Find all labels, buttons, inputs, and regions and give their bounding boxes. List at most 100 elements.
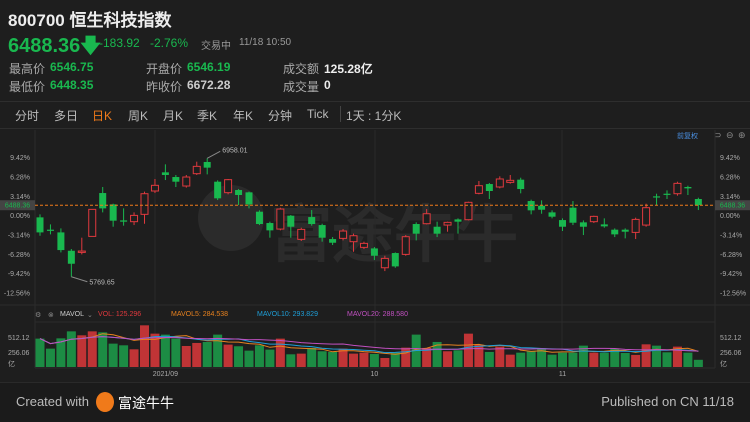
volume-bar [66,331,76,367]
candle-body [99,193,107,209]
candle-body [297,228,306,240]
candle-body [443,221,452,226]
candle-body [589,215,598,223]
high-label: 6958.01 [222,147,247,154]
volume-bar [484,351,494,367]
candle-body [412,224,420,234]
volume-bar [463,333,473,367]
candle-body [538,205,546,210]
candle-body [130,214,139,223]
close-icon[interactable]: ⊗ [48,311,54,319]
volume-bar [349,353,358,367]
high-pointer [206,150,221,159]
candle-body [495,178,504,188]
volume-bar [599,352,609,367]
volume-bar [171,338,181,367]
volume-bar [641,344,651,367]
volume-bar [223,344,233,367]
volume-bar [526,351,536,367]
volume-bar [35,338,45,367]
y-tick-right: 0.00% [720,213,740,220]
y-tick-left: 6.28% [10,175,30,182]
volume-bar [547,354,557,367]
candle-body [506,179,515,183]
candle-body [642,207,651,226]
candle-body [77,250,86,253]
candle-body [559,220,566,227]
candle-body [88,208,97,237]
volume-bar [307,347,317,367]
candle-body [276,208,285,230]
candle-body [214,181,222,199]
y-tick-left: 3.14% [10,194,30,201]
created-with-label: Created with [16,394,89,409]
volume-bar [45,348,55,367]
candle-body [454,219,462,222]
volume-bar [275,338,285,367]
volume-bar [119,345,129,367]
volume-bar [181,345,191,367]
volume-bar [254,345,264,367]
low-label: 5769.65 [89,280,114,287]
candle-body [172,177,180,182]
candle-body [485,184,493,191]
indicator-name[interactable]: MAVOL [60,311,84,318]
published-label: Published on CN 11/18 [601,394,734,409]
volume-bar [516,352,526,367]
candle-body [517,179,525,190]
volume-bar [296,353,306,367]
candle-body [474,185,483,194]
settings-icon[interactable]: ⚙ [35,311,41,319]
candle-body [287,215,295,227]
price-tag-text: 6488.36 [5,203,30,210]
candle-body [36,217,44,233]
volume-bar [568,352,578,367]
candle-body [318,225,326,238]
candle-body [631,218,640,233]
candle-body [579,222,587,227]
volume-bar [631,354,641,367]
volume-bar [620,352,630,367]
y-tick-left: -6.28% [8,252,30,259]
x-tick: 2021/09 [153,371,178,378]
mavol20-value: MAVOL20: 288.580 [347,311,408,318]
volume-bar [202,341,212,367]
volume-bar [77,335,87,367]
y-tick-right: 3.14% [720,194,740,201]
candle-body [266,223,274,231]
candle-body [245,192,253,205]
chevron-down-icon[interactable]: ⌄ [87,311,93,319]
candle-body [120,220,128,222]
volume-bar [380,357,390,367]
candle-body [380,257,389,269]
candle-body [548,212,556,217]
volume-bar [662,352,672,367]
volume-bar [108,343,118,367]
volume-bar [359,352,369,367]
candle-body [370,248,378,256]
volume-bar [390,352,400,367]
y-tick-left: -9.42% [8,271,30,278]
price-tag-text: 6488.36 [720,203,745,210]
volume-bar [286,354,296,367]
candle-body [600,224,608,227]
candle-body [255,211,263,225]
y-tick-right: -9.42% [720,271,742,278]
kline-chart[interactable]: 9.42% 9.42% 6.28% 6.28% 3.14% 3.14% 0.00% 0.00%… [0,0,750,382]
vol-tick-left: 256.06 [8,350,30,357]
volume-bar [369,353,379,367]
footer: Created with 富途牛牛 Published on CN 11/18 [0,382,750,422]
candle-body [611,229,619,235]
x-tick: 10 [371,371,379,378]
y-tick-right: -12.56% [720,291,746,298]
volume-bar [495,346,505,367]
volume-bar [98,332,108,367]
mavol5-value: MAVOL5: 284.538 [171,311,229,318]
candle-body [57,232,65,251]
candle-body [401,236,410,255]
candle-body [140,193,149,215]
candle-body [192,165,201,175]
volume-bar [244,350,254,367]
candle-body [433,226,441,234]
volume-bar [265,349,275,367]
